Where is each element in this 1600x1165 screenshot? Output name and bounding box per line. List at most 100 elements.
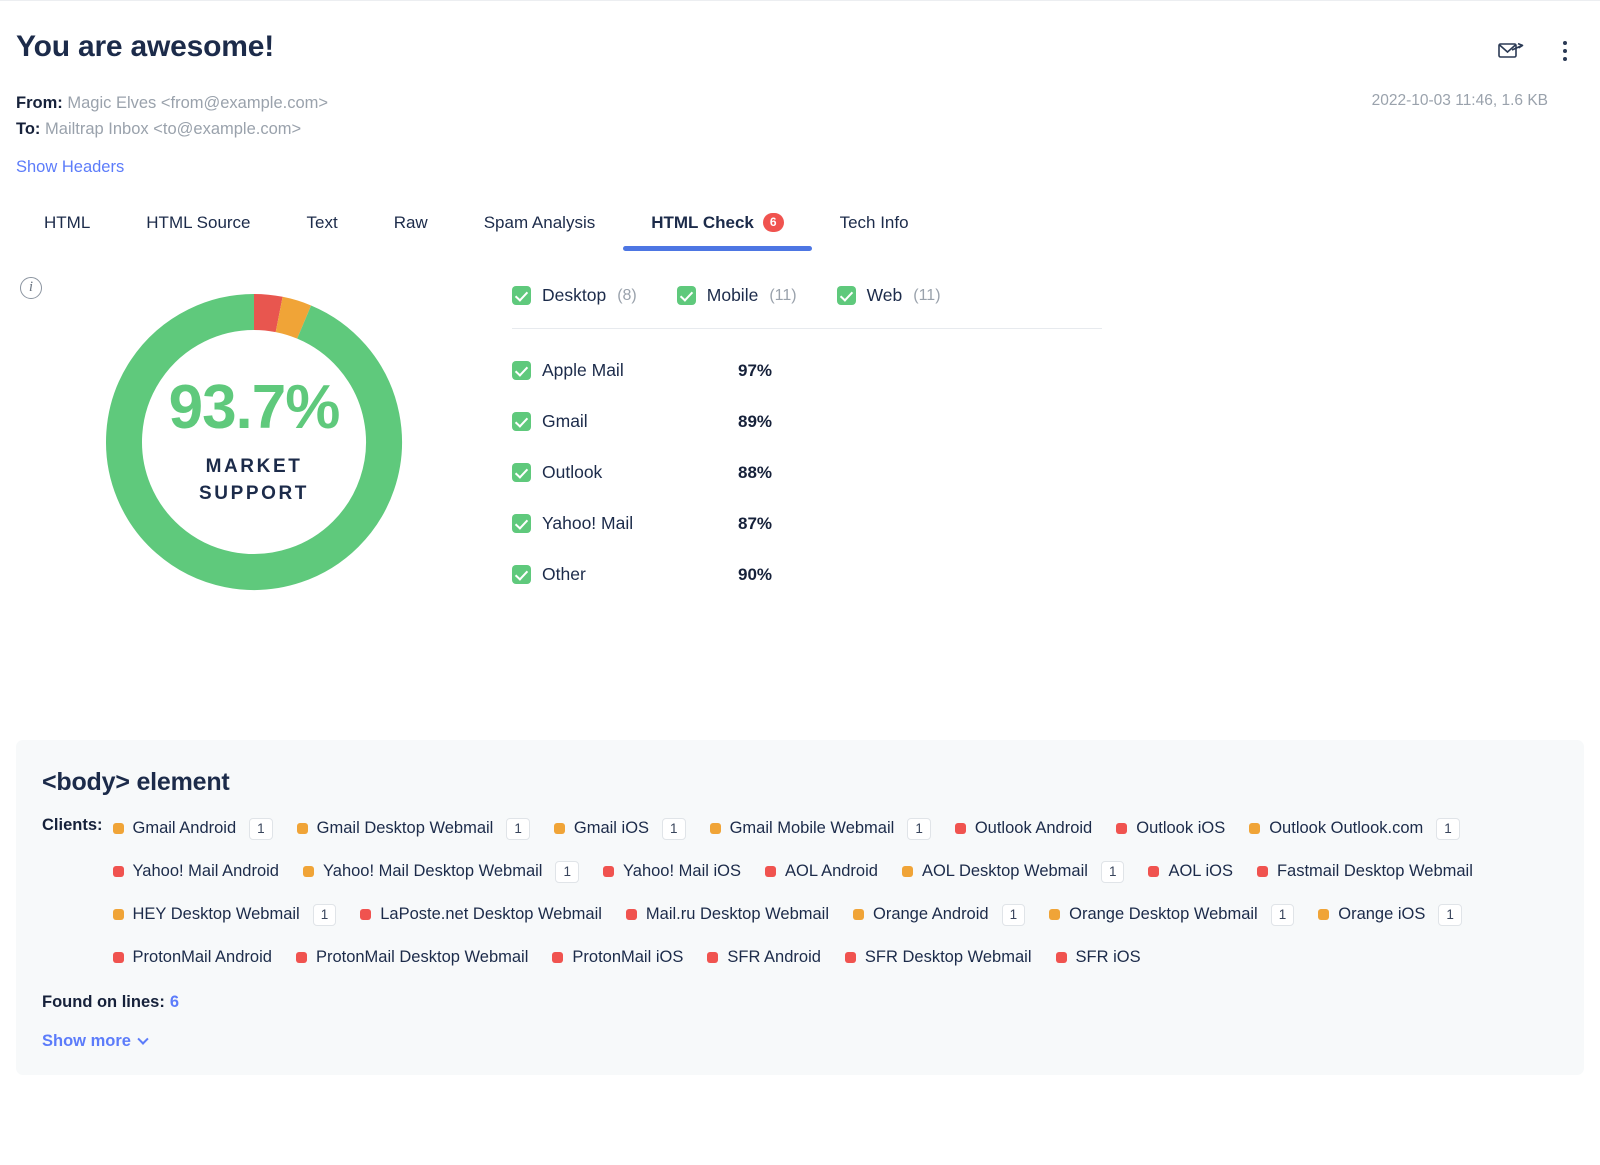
- client-checkbox-outlook[interactable]: Outlook: [512, 462, 738, 483]
- client-chip[interactable]: ProtonMail Android: [112, 936, 272, 979]
- client-chip[interactable]: AOL Android: [765, 850, 878, 893]
- tab-spam-analysis[interactable]: Spam Analysis: [456, 203, 624, 251]
- warning-dot-icon: [553, 823, 565, 834]
- client-checkbox-gmail[interactable]: Gmail: [512, 411, 738, 432]
- client-chip[interactable]: AOL Desktop Webmail 1: [901, 850, 1125, 893]
- client-name: Apple Mail: [542, 360, 624, 380]
- client-chip[interactable]: Outlook iOS: [1116, 807, 1225, 850]
- client-chip[interactable]: Outlook Android: [954, 807, 1092, 850]
- chip-label: SFR iOS: [1075, 948, 1141, 966]
- show-more-button[interactable]: Show more: [42, 1032, 149, 1051]
- client-chip[interactable]: Gmail Desktop Webmail 1: [296, 807, 530, 850]
- checkbox-checked-icon[interactable]: [512, 361, 531, 380]
- client-chip[interactable]: Gmail iOS 1: [553, 807, 686, 850]
- tab-text[interactable]: Text: [279, 203, 366, 251]
- warning-dot-icon: [112, 823, 124, 834]
- client-percent: 89%: [738, 411, 773, 431]
- filter-count: (11): [913, 286, 941, 304]
- warning-dot-icon: [1249, 823, 1261, 834]
- show-headers-link[interactable]: Show Headers: [16, 158, 124, 177]
- error-dot-icon: [360, 909, 372, 920]
- client-chip[interactable]: Yahoo! Mail Android: [112, 850, 279, 893]
- client-chip[interactable]: Mail.ru Desktop Webmail: [625, 893, 829, 936]
- chip-count: 1: [312, 903, 337, 926]
- donut-segment-error: [253, 294, 283, 333]
- tab-html-check[interactable]: HTML Check 6: [623, 203, 812, 251]
- checkbox-checked-icon[interactable]: [512, 565, 531, 584]
- chip-label: Fastmail Desktop Webmail: [1276, 862, 1473, 880]
- client-checkbox-yahoo-mail[interactable]: Yahoo! Mail: [512, 513, 738, 534]
- from-value: Magic Elves <from@example.com>: [67, 94, 329, 112]
- mail-header: You are awesome! 2022-10-03 11:46, 1.6 K…: [0, 0, 1600, 177]
- info-icon[interactable]: i: [20, 277, 42, 299]
- checkbox-checked-icon[interactable]: [512, 412, 531, 431]
- tab-raw[interactable]: Raw: [366, 203, 456, 251]
- error-dot-icon: [1055, 952, 1067, 963]
- filter-desktop[interactable]: Desktop (8): [512, 285, 637, 306]
- error-dot-icon: [295, 952, 307, 963]
- header-actions: [1498, 38, 1576, 64]
- chip-count: 1: [1100, 860, 1125, 883]
- client-chip[interactable]: Gmail Mobile Webmail 1: [709, 807, 931, 850]
- mail-timestamp: 2022-10-03 11:46, 1.6 KB: [1371, 92, 1548, 109]
- tab-label: Tech Info: [839, 213, 909, 232]
- chip-count: 1: [662, 817, 686, 840]
- donut-chart: 93.7% MARKET SUPPORT: [99, 287, 409, 597]
- client-chip[interactable]: SFR iOS: [1055, 936, 1141, 979]
- forward-envelope-icon[interactable]: [1498, 38, 1524, 64]
- filter-web[interactable]: Web (11): [836, 285, 941, 306]
- tab-html-source[interactable]: HTML Source: [118, 203, 278, 251]
- warning-dot-icon: [1049, 909, 1061, 920]
- client-chip[interactable]: ProtonMail Desktop Webmail: [295, 936, 528, 979]
- client-chip[interactable]: SFR Desktop Webmail: [844, 936, 1032, 979]
- tab-tech-info[interactable]: Tech Info: [812, 203, 937, 251]
- found-on-lines: Found on lines: 6: [42, 993, 1558, 1012]
- filter-label: Web: [866, 285, 903, 305]
- chip-label: Gmail Mobile Webmail: [729, 819, 895, 837]
- client-chip[interactable]: Orange iOS 1: [1318, 893, 1462, 936]
- client-checkbox-other[interactable]: Other: [512, 564, 738, 585]
- chip-count: 1: [555, 860, 579, 883]
- kebab-menu-icon[interactable]: [1554, 38, 1576, 64]
- checkbox-checked-icon[interactable]: [512, 286, 531, 305]
- client-chip[interactable]: Yahoo! Mail Desktop Webmail 1: [302, 850, 579, 893]
- donut-segment-supported: [106, 294, 402, 590]
- checkbox-checked-icon[interactable]: [836, 286, 856, 305]
- client-chip[interactable]: Yahoo! Mail iOS: [603, 850, 741, 893]
- client-chip[interactable]: Orange Desktop Webmail 1: [1049, 893, 1295, 936]
- chip-label: Outlook iOS: [1136, 819, 1226, 837]
- warning-dot-icon: [709, 823, 721, 834]
- checkbox-checked-icon[interactable]: [676, 286, 696, 305]
- chip-label: AOL iOS: [1168, 862, 1233, 880]
- from-label: From:: [16, 94, 63, 112]
- client-chip[interactable]: Outlook Outlook.com 1: [1249, 807, 1460, 850]
- tab-label: Text: [306, 213, 338, 232]
- chip-label: ProtonMail iOS: [572, 948, 684, 966]
- client-chip[interactable]: Orange Android 1: [853, 893, 1026, 936]
- client-chip[interactable]: Gmail Android 1: [112, 807, 273, 850]
- client-percent: 88%: [738, 462, 773, 482]
- error-dot-icon: [1256, 866, 1268, 877]
- tab-html[interactable]: HTML: [16, 203, 118, 251]
- client-support-row: Gmail 89%: [512, 396, 1576, 447]
- client-chip[interactable]: ProtonMail iOS: [552, 936, 683, 979]
- chip-label: AOL Android: [785, 862, 878, 880]
- client-checkbox-apple-mail[interactable]: Apple Mail: [512, 360, 738, 381]
- filter-label: Desktop: [542, 285, 607, 305]
- found-value[interactable]: 6: [170, 993, 179, 1011]
- client-support-row: Outlook 88%: [512, 447, 1576, 498]
- filter-mobile[interactable]: Mobile (11): [676, 285, 797, 306]
- client-chip[interactable]: LaPoste.net Desktop Webmail: [360, 893, 602, 936]
- client-chip[interactable]: Fastmail Desktop Webmail: [1256, 850, 1473, 893]
- element-result-card: <body> element Clients: Gmail Android 1 Gm…: [16, 740, 1584, 1075]
- checkbox-checked-icon[interactable]: [512, 463, 531, 482]
- client-chip[interactable]: AOL iOS: [1148, 850, 1233, 893]
- checkbox-checked-icon[interactable]: [512, 514, 531, 533]
- client-percent: 90%: [738, 564, 773, 584]
- client-chip[interactable]: SFR Android: [707, 936, 821, 979]
- client-chip[interactable]: HEY Desktop Webmail 1: [112, 893, 337, 936]
- tab-label: Spam Analysis: [483, 213, 596, 232]
- found-label: Found on lines:: [42, 993, 165, 1011]
- filter-count: (11): [769, 286, 797, 304]
- client-name: Yahoo! Mail: [542, 513, 634, 533]
